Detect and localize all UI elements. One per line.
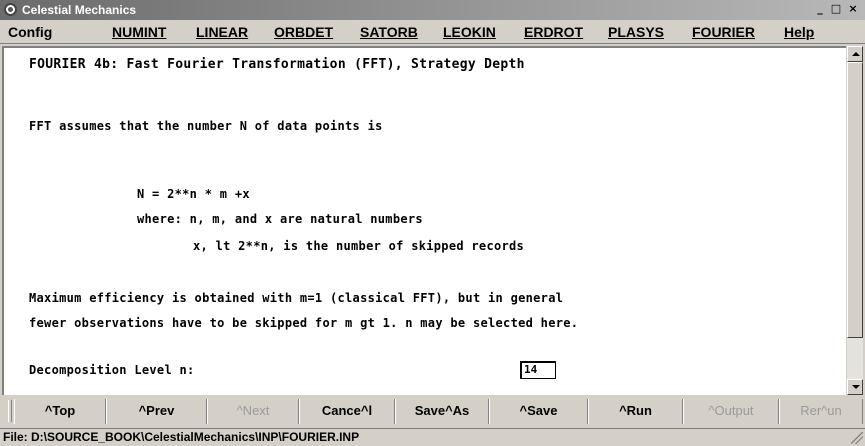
save-as-button[interactable]: Save^As (395, 399, 489, 424)
menu-leokin-label: LEOKIN (443, 24, 496, 40)
prev-button[interactable]: ^Prev (106, 399, 207, 424)
next-button[interactable]: ^Next (207, 399, 299, 424)
menu-satorb[interactable]: SATORB (360, 24, 418, 40)
app-window: Celestial Mechanics _ □ × Config NUMINT … (0, 0, 865, 446)
status-file-path: File: D:\SOURCE_BOOK\CelestialMechanics\… (3, 430, 360, 444)
menu-satorb-label: SATORB (360, 24, 418, 40)
arrow-down-icon (852, 385, 860, 389)
title-bar[interactable]: Celestial Mechanics _ □ × (0, 0, 865, 20)
decomposition-level-input[interactable]: 14 (520, 361, 556, 379)
menu-numint-label: NUMINT (112, 24, 167, 40)
efficiency-line-2: fewer observations have to be skipped fo… (29, 316, 579, 330)
menu-fourier[interactable]: FOURIER (692, 24, 755, 40)
maximize-button[interactable]: □ (828, 2, 844, 17)
app-icon[interactable] (4, 3, 17, 16)
scroll-down-button[interactable] (847, 379, 863, 395)
scroll-thumb[interactable] (847, 62, 863, 338)
menu-erdrot-label: ERDROT (524, 24, 584, 40)
menu-numint[interactable]: NUMINT (112, 24, 166, 40)
menu-plasys[interactable]: PLASYS (608, 24, 664, 40)
efficiency-line-1: Maximum efficiency is obtained with m=1 … (29, 291, 564, 305)
window-title: Celestial Mechanics (22, 3, 137, 17)
menu-bar: Config NUMINT LINEAR ORBDET SATORB LEOKI… (0, 20, 865, 44)
scroll-up-button[interactable] (847, 46, 863, 62)
page-heading: FOURIER 4b: Fast Fourier Transformation … (29, 57, 525, 72)
input-panel: FOURIER 4b: Fast Fourier Transformation … (2, 46, 846, 395)
menu-orbdet[interactable]: ORBDET (274, 24, 333, 40)
arrow-up-icon (852, 52, 860, 56)
where-line: where: n, m, and x are natural numbers (137, 212, 423, 226)
menu-linear-label: LINEAR (196, 24, 249, 40)
intro-line: FFT assumes that the number N of data po… (29, 119, 383, 133)
run-button[interactable]: ^Run (588, 399, 683, 424)
save-button[interactable]: ^Save (489, 399, 588, 424)
rerun-button[interactable]: Rer^un (779, 399, 863, 424)
menu-help[interactable]: Help (784, 24, 814, 40)
toolbar-grip[interactable] (8, 400, 12, 422)
menu-help-label: Help (784, 24, 815, 40)
vertical-scrollbar[interactable] (847, 46, 863, 395)
level-label: Decomposition Level n: (29, 363, 195, 377)
menu-plasys-label: PLASYS (608, 24, 665, 40)
resize-grip-icon[interactable] (851, 432, 863, 444)
menu-fourier-label: FOURIER (692, 24, 755, 40)
cancel-button[interactable]: Cance^l (299, 399, 395, 424)
menu-linear[interactable]: LINEAR (196, 24, 248, 40)
menu-leokin[interactable]: LEOKIN (443, 24, 496, 40)
menu-orbdet-label: ORBDET (274, 24, 334, 40)
button-toolbar: ^Top ^Prev ^Next Cance^l Save^As ^Save ^… (0, 398, 865, 426)
output-button[interactable]: ^Output (683, 399, 779, 424)
skip-line: x, lt 2**n, is the number of skipped rec… (193, 239, 525, 253)
formula-line: N = 2**n * m +x (137, 187, 250, 201)
menu-erdrot[interactable]: ERDROT (524, 24, 583, 40)
top-button[interactable]: ^Top (14, 399, 106, 424)
close-button[interactable]: × (845, 2, 861, 17)
minimize-button[interactable]: _ (812, 2, 828, 17)
menu-config[interactable]: Config (8, 24, 52, 40)
status-bar: File: D:\SOURCE_BOOK\CelestialMechanics\… (0, 428, 865, 446)
